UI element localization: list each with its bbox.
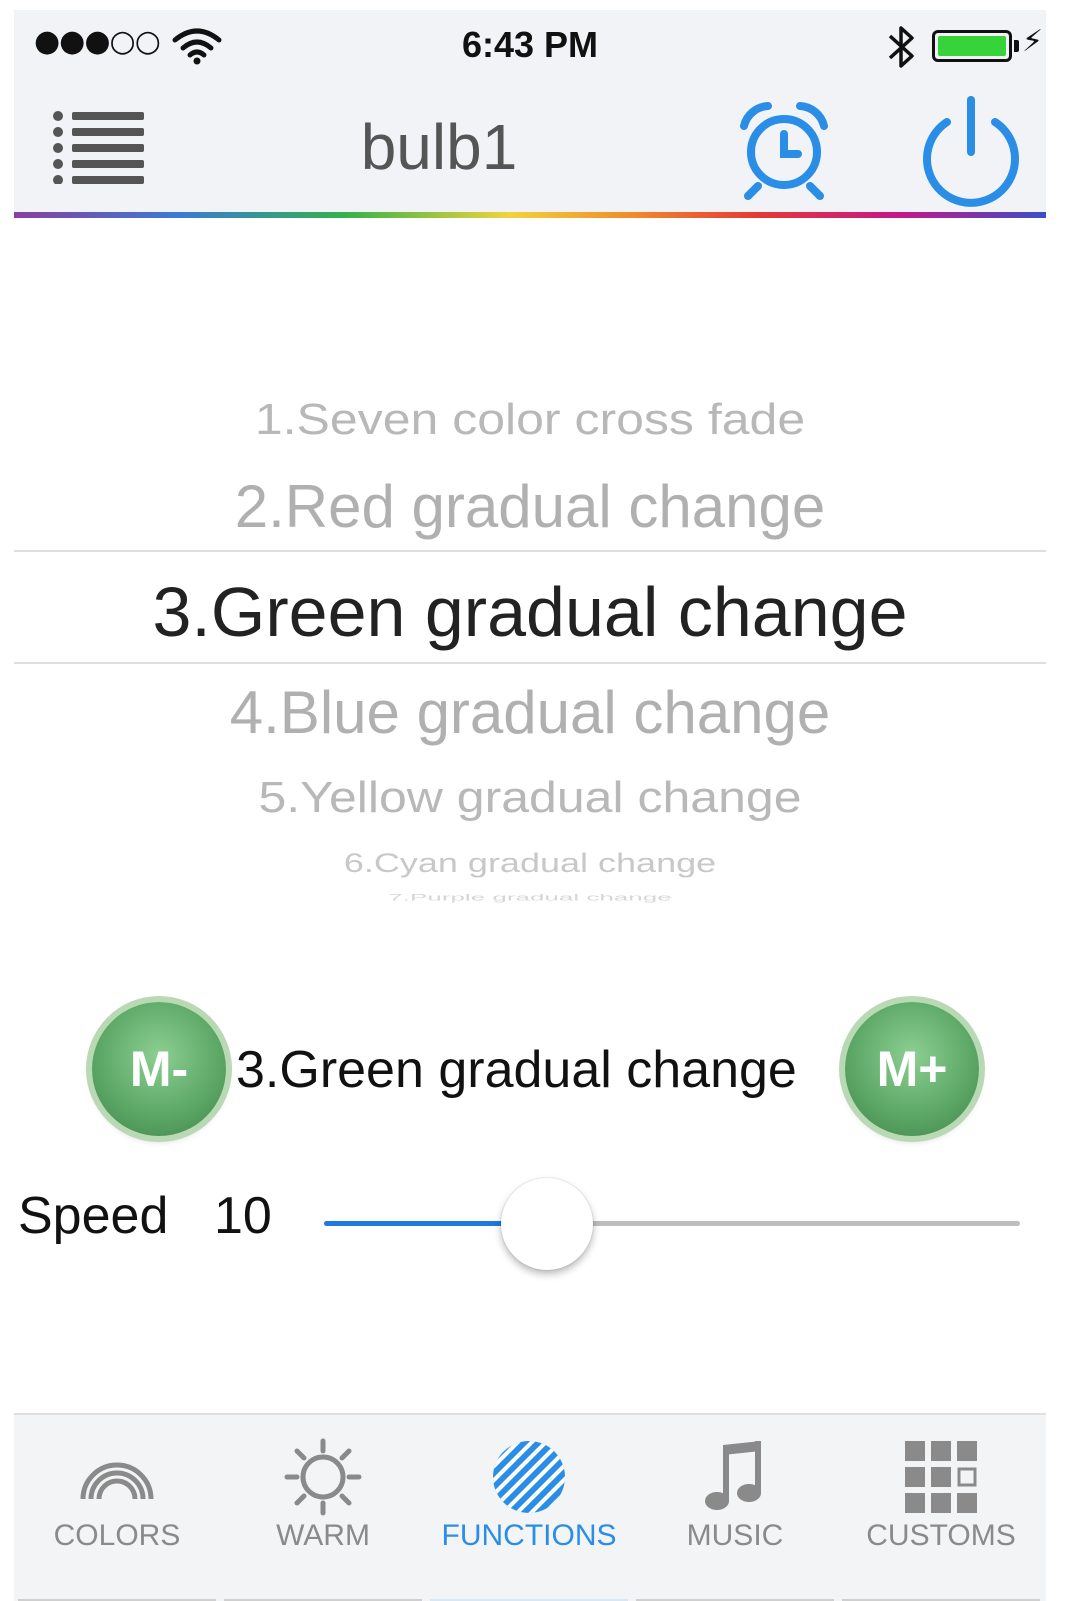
mode-previous-button[interactable]: M- xyxy=(92,1002,226,1136)
picker-item[interactable]: 2.Red gradual change xyxy=(14,472,1046,541)
status-bar: ●●●○○ 6:43 PM ⚡ xyxy=(14,10,1046,82)
page-title: bulb1 xyxy=(360,111,518,183)
striped-circle-icon xyxy=(489,1437,569,1522)
navigation-bar: bulb1 xyxy=(14,82,1046,214)
charging-icon: ⚡ xyxy=(1022,24,1044,59)
grid-icon xyxy=(901,1437,981,1522)
list-icon xyxy=(53,111,144,185)
music-note-icon xyxy=(695,1437,775,1522)
sun-icon xyxy=(283,1437,363,1522)
picker-selection-top-line xyxy=(14,550,1046,552)
picker-selection-bottom-line xyxy=(14,662,1046,664)
power-icon xyxy=(923,96,1019,207)
picker-item-selected[interactable]: 3.Green gradual change xyxy=(14,572,1046,652)
rainbow-icon xyxy=(77,1437,157,1512)
tab-music[interactable]: MUSIC xyxy=(632,1415,838,1601)
alarm-button[interactable] xyxy=(734,96,834,200)
tab-label: COLORS xyxy=(53,1519,181,1552)
battery-icon xyxy=(932,30,1012,62)
mode-next-button[interactable]: M+ xyxy=(845,1002,979,1136)
battery-fill xyxy=(938,36,1006,56)
alarm-clock-icon xyxy=(740,102,828,200)
picker-item[interactable]: 6.Cyan gradual change xyxy=(14,847,1046,879)
tab-warm[interactable]: WARM xyxy=(220,1415,426,1601)
tab-label: CUSTOMS xyxy=(866,1519,1016,1552)
bluetooth-icon xyxy=(884,22,920,81)
tab-functions[interactable]: FUNCTIONS xyxy=(426,1415,632,1601)
current-mode-label: 3.Green gradual change xyxy=(236,1041,797,1099)
tab-colors[interactable]: COLORS xyxy=(14,1415,220,1601)
rainbow-divider xyxy=(14,212,1046,218)
tab-customs[interactable]: CUSTOMS xyxy=(838,1415,1044,1601)
picker-item[interactable]: 7.Purple gradual change xyxy=(14,892,1046,903)
tab-label: MUSIC xyxy=(686,1519,784,1552)
slider-thumb[interactable] xyxy=(501,1178,593,1270)
speed-label: Speed xyxy=(18,1187,169,1245)
speed-value: 10 xyxy=(214,1187,272,1245)
picker-item[interactable]: 5.Yellow gradual change xyxy=(14,771,1046,822)
picker-item[interactable]: 1.Seven color cross fade xyxy=(14,393,1046,444)
mode-picker[interactable]: 1.Seven color cross fade 2.Red gradual c… xyxy=(14,360,1046,920)
picker-item[interactable]: 4.Blue gradual change xyxy=(14,678,1046,747)
menu-button[interactable] xyxy=(52,110,146,185)
power-button[interactable] xyxy=(912,92,1030,210)
battery-tip xyxy=(1014,40,1019,52)
tab-label: WARM xyxy=(276,1519,370,1552)
speed-slider[interactable] xyxy=(324,1178,1020,1270)
tab-bar: COLORS WARM FUNCTIONS MUSIC CUSTOMS xyxy=(14,1413,1046,1601)
tab-label: FUNCTIONS xyxy=(441,1519,617,1552)
